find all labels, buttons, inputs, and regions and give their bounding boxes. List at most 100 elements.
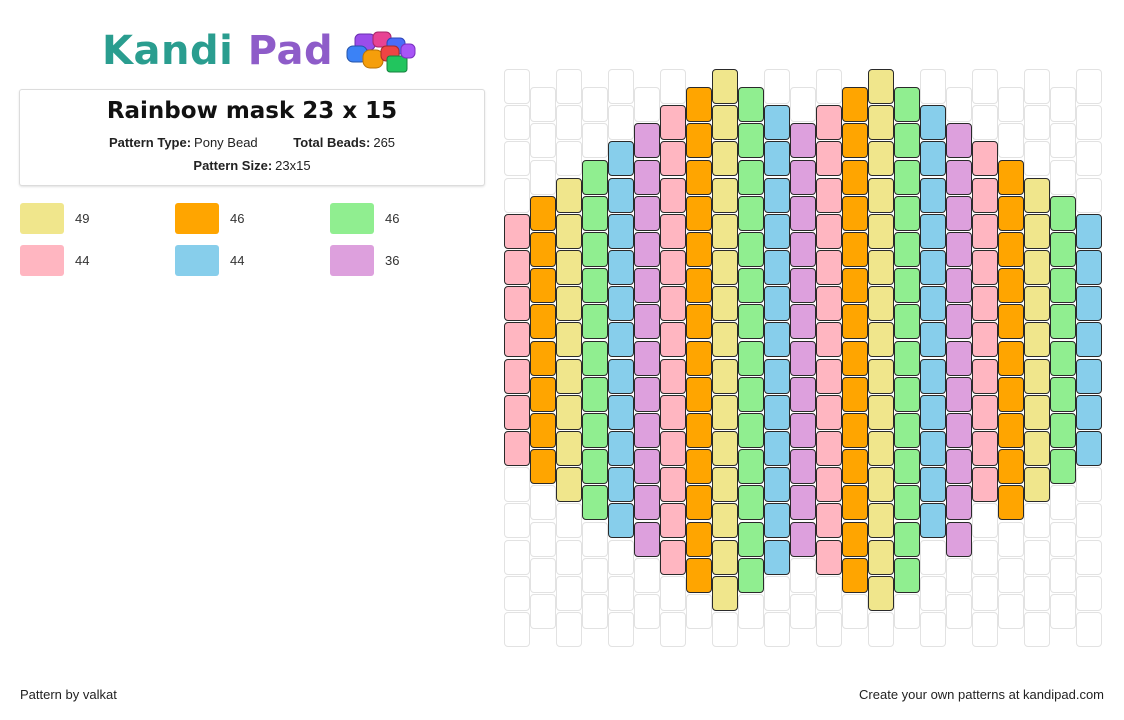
bead — [660, 213, 686, 249]
empty-bead-slot — [686, 593, 712, 629]
empty-bead-slot — [582, 87, 608, 123]
bead — [1076, 250, 1102, 285]
bead — [660, 250, 686, 285]
bead — [1024, 467, 1050, 503]
bead — [790, 340, 816, 376]
bead — [660, 105, 686, 141]
empty-bead-slot — [1050, 485, 1076, 521]
bead — [972, 467, 998, 503]
bead — [660, 539, 686, 575]
bead — [946, 195, 972, 231]
bead — [608, 286, 634, 322]
bead — [1050, 231, 1076, 267]
bead — [894, 449, 920, 485]
bead — [894, 159, 920, 195]
empty-bead-slot — [504, 539, 530, 575]
empty-bead-slot — [920, 612, 946, 647]
bead — [530, 195, 556, 231]
bead — [842, 449, 868, 485]
empty-bead-slot — [530, 87, 556, 123]
bead — [842, 557, 868, 593]
bead — [738, 557, 764, 593]
empty-bead-slot — [712, 612, 738, 647]
bead — [868, 213, 894, 249]
empty-bead-slot — [1076, 575, 1102, 611]
kandipad-link[interactable]: Create your own patterns at kandipad.com — [859, 687, 1104, 702]
bead — [946, 485, 972, 521]
bead — [894, 195, 920, 231]
bead — [998, 304, 1024, 340]
bead — [738, 123, 764, 159]
bead — [868, 177, 894, 213]
bead — [946, 159, 972, 195]
empty-bead-slot — [1024, 612, 1050, 647]
bead — [790, 449, 816, 485]
bead — [686, 485, 712, 521]
empty-bead-slot — [660, 575, 686, 611]
bead — [1076, 213, 1102, 249]
bead — [582, 304, 608, 340]
empty-bead-slot — [1050, 123, 1076, 159]
empty-bead-slot — [504, 141, 530, 177]
bead — [972, 286, 998, 322]
bead — [1024, 431, 1050, 466]
bead-pattern-grid — [0, 0, 1124, 720]
bead — [816, 467, 842, 503]
empty-bead-slot — [634, 87, 660, 123]
bead — [738, 268, 764, 304]
bead — [530, 412, 556, 448]
bead — [634, 340, 660, 376]
empty-bead-slot — [556, 575, 582, 611]
bead — [920, 286, 946, 322]
empty-bead-slot — [972, 539, 998, 575]
bead — [972, 141, 998, 177]
bead — [712, 358, 738, 394]
bead — [686, 268, 712, 304]
bead — [582, 449, 608, 485]
bead — [712, 467, 738, 503]
bead — [608, 177, 634, 213]
bead — [790, 159, 816, 195]
empty-bead-slot — [920, 575, 946, 611]
bead — [1076, 358, 1102, 394]
bead — [608, 503, 634, 539]
bead — [894, 340, 920, 376]
bead — [868, 503, 894, 539]
bead — [556, 213, 582, 249]
bead — [712, 250, 738, 285]
bead — [920, 358, 946, 394]
empty-bead-slot — [608, 575, 634, 611]
empty-bead-slot — [1076, 612, 1102, 647]
bead — [556, 394, 582, 430]
empty-bead-slot — [816, 69, 842, 104]
bead — [764, 431, 790, 466]
bead — [660, 141, 686, 177]
bead — [868, 286, 894, 322]
empty-bead-slot — [530, 557, 556, 593]
bead — [530, 340, 556, 376]
empty-bead-slot — [1076, 69, 1102, 104]
bead — [842, 268, 868, 304]
bead — [504, 394, 530, 430]
empty-bead-slot — [660, 612, 686, 647]
bead — [764, 177, 790, 213]
bead — [582, 376, 608, 412]
bead — [946, 123, 972, 159]
bead — [712, 177, 738, 213]
bead — [582, 195, 608, 231]
bead — [894, 376, 920, 412]
bead — [712, 69, 738, 104]
bead — [634, 449, 660, 485]
bead — [920, 141, 946, 177]
bead — [634, 412, 660, 448]
bead — [530, 376, 556, 412]
bead — [504, 431, 530, 466]
bead — [894, 412, 920, 448]
bead — [764, 250, 790, 285]
bead — [712, 394, 738, 430]
bead — [712, 213, 738, 249]
bead — [660, 394, 686, 430]
bead — [816, 358, 842, 394]
bead — [634, 268, 660, 304]
empty-bead-slot — [556, 69, 582, 104]
